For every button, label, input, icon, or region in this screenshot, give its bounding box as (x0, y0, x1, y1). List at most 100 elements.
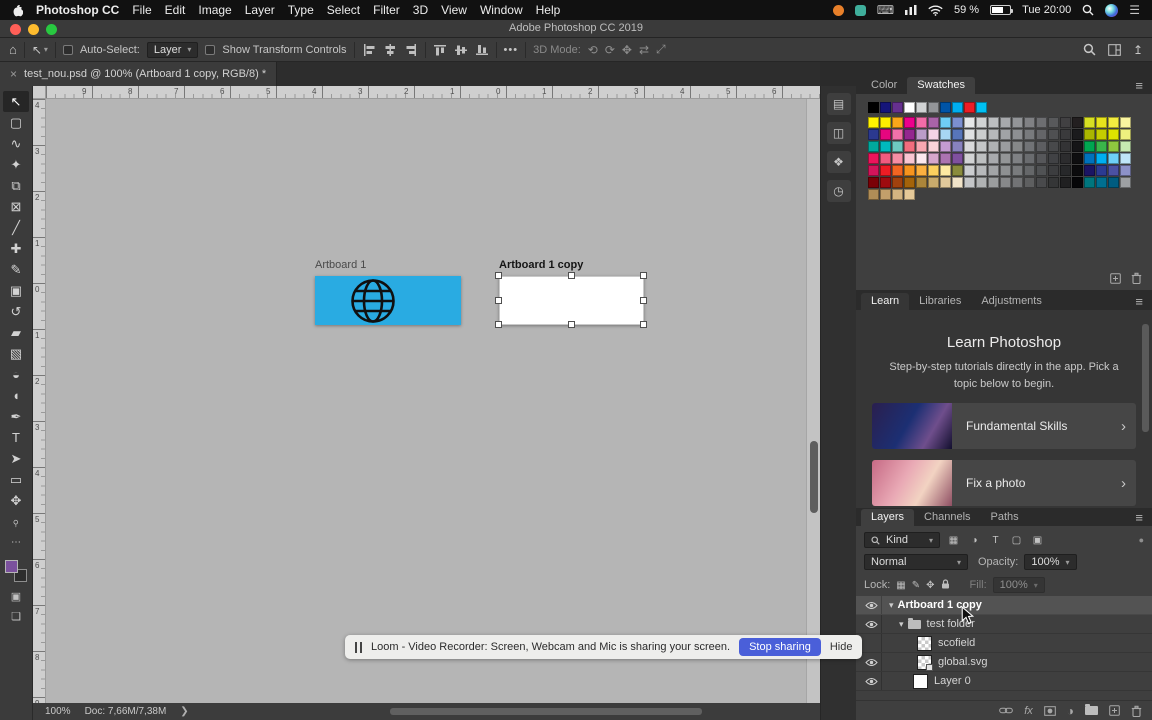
swatch[interactable] (916, 102, 927, 113)
eyedropper-tool[interactable]: ╱ (3, 217, 29, 238)
loom-app-icon[interactable] (832, 4, 844, 16)
tab-swatches[interactable]: Swatches (907, 77, 975, 94)
collapsed-panel-clock-icon[interactable]: ◷ (826, 180, 851, 202)
swatch[interactable] (892, 117, 903, 128)
swatch[interactable] (880, 117, 891, 128)
swatch[interactable] (928, 177, 939, 188)
pen-tool[interactable]: ✒ (3, 406, 29, 427)
swatch[interactable] (1084, 165, 1095, 176)
swatch[interactable] (928, 102, 939, 113)
learn-scrollbar-thumb[interactable] (1142, 324, 1149, 432)
move-tool[interactable]: ↖ (3, 91, 29, 112)
panel-menu-icon[interactable]: ≡ (1135, 295, 1143, 310)
swatch[interactable] (1108, 153, 1119, 164)
swatch[interactable] (1072, 129, 1083, 140)
zoom-level[interactable]: 100% (45, 706, 71, 717)
swatch[interactable] (976, 102, 987, 113)
crop-tool[interactable]: ⧉ (3, 175, 29, 196)
lock-position-icon[interactable]: ✥ (926, 580, 934, 591)
swatch[interactable] (1048, 117, 1059, 128)
swatch[interactable] (1084, 117, 1095, 128)
swatch[interactable] (1084, 153, 1095, 164)
swatch[interactable] (1012, 117, 1023, 128)
swatch[interactable] (988, 117, 999, 128)
collapsed-panel-history-icon[interactable]: ▤ (826, 93, 851, 115)
swatch[interactable] (1108, 141, 1119, 152)
swatch[interactable] (940, 102, 951, 113)
quick-mask-icon[interactable]: ▣ (11, 590, 21, 603)
transform-handle[interactable] (640, 297, 647, 304)
pause-icon[interactable] (355, 641, 362, 653)
blend-mode-dropdown[interactable]: Normal ▾ (864, 554, 968, 570)
swatch[interactable] (1108, 177, 1119, 188)
lock-transparent-pixels-icon[interactable]: ▦ (896, 580, 905, 591)
transform-handle[interactable] (495, 297, 502, 304)
swatch[interactable] (1072, 165, 1083, 176)
swatch[interactable] (1024, 177, 1035, 188)
foreground-color-swatch[interactable] (5, 560, 18, 573)
swatch[interactable] (1096, 117, 1107, 128)
opacity-dropdown[interactable]: 100% ▾ (1024, 554, 1077, 570)
swatch[interactable] (1108, 129, 1119, 140)
delete-layer-trash-icon[interactable] (1131, 705, 1142, 717)
edit-toolbar-icon[interactable]: ⋯ (3, 532, 29, 553)
close-document-icon[interactable]: × (10, 67, 17, 81)
align-horizontal-centers-icon[interactable] (383, 43, 397, 57)
swatch[interactable] (1048, 129, 1059, 140)
menu-clock[interactable]: Tue 20:00 (1022, 4, 1071, 16)
menu-3d[interactable]: 3D (413, 3, 428, 17)
swatch[interactable] (1036, 153, 1047, 164)
swatch[interactable] (940, 177, 951, 188)
swatch[interactable] (904, 102, 915, 113)
add-layer-mask-icon[interactable] (1043, 705, 1056, 716)
search-icon[interactable] (1083, 43, 1096, 56)
swatch[interactable] (1000, 177, 1011, 188)
tab-libraries[interactable]: Libraries (909, 293, 971, 310)
current-tool-icon[interactable]: ↖ ▾ (32, 43, 48, 57)
swatch[interactable] (868, 189, 879, 200)
swatch[interactable] (1000, 117, 1011, 128)
swatch[interactable] (1072, 117, 1083, 128)
swatch[interactable] (892, 153, 903, 164)
share-icon[interactable]: ↥ (1133, 43, 1143, 57)
swatch[interactable] (1120, 117, 1131, 128)
disclosure-triangle-icon[interactable]: ▾ (899, 619, 904, 630)
swatch[interactable] (868, 141, 879, 152)
swatch[interactable] (916, 153, 927, 164)
3d-scale-icon[interactable]: ⤢ (656, 42, 666, 57)
swatch[interactable] (1120, 165, 1131, 176)
filter-pixel-layers-icon[interactable]: ▦ (946, 535, 961, 546)
menu-select[interactable]: Select (327, 3, 360, 17)
auto-select-dropdown[interactable]: Layer ▾ (146, 41, 199, 58)
swatch[interactable] (964, 165, 975, 176)
visibility-eye-icon[interactable] (862, 615, 882, 633)
swatch[interactable] (892, 165, 903, 176)
swatch[interactable] (952, 153, 963, 164)
status-chevron-button[interactable]: ❯ (180, 706, 188, 717)
show-transform-controls-checkbox[interactable] (205, 44, 216, 55)
swatch[interactable] (988, 129, 999, 140)
swatch[interactable] (988, 177, 999, 188)
3d-pan-icon[interactable]: ✥ (622, 43, 632, 57)
layer-thumbnail[interactable] (917, 635, 932, 651)
swatch[interactable] (940, 117, 951, 128)
swatch[interactable] (1036, 117, 1047, 128)
swatch[interactable] (1060, 141, 1071, 152)
swatch[interactable] (940, 129, 951, 140)
collapsed-panel-actions-icon[interactable]: ❖ (826, 151, 851, 173)
swatch[interactable] (952, 141, 963, 152)
marquee-tool[interactable]: ▢ (3, 112, 29, 133)
swatch[interactable] (1048, 141, 1059, 152)
layer-row-test-folder[interactable]: ▾ test folder (856, 615, 1152, 634)
transform-handle[interactable] (495, 321, 502, 328)
visibility-empty-cell[interactable] (862, 634, 882, 652)
filter-smart-objects-icon[interactable]: ▣ (1030, 535, 1045, 546)
swatch[interactable] (1012, 141, 1023, 152)
menu-help[interactable]: Help (536, 3, 561, 17)
wifi-icon[interactable] (928, 4, 943, 16)
type-tool[interactable]: T (3, 427, 29, 448)
swatch[interactable] (1036, 165, 1047, 176)
tab-color[interactable]: Color (861, 77, 907, 94)
swatch[interactable] (880, 141, 891, 152)
canvas-area[interactable]: Artboard 1 Artboard 1 copy 9 8 7 6 5 4 3 2 1 0 1 2 3… (33, 86, 820, 720)
